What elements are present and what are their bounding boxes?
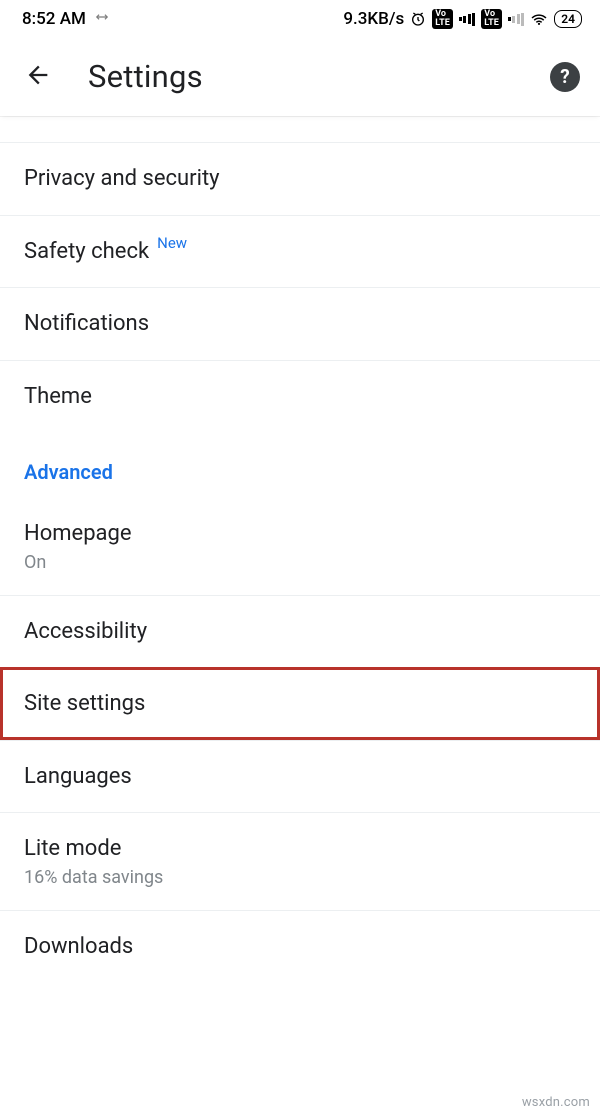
section-advanced: Advanced — [0, 432, 600, 498]
row-label: Homepage — [24, 520, 576, 548]
app-bar: Settings ? — [0, 38, 600, 116]
row-label: Languages — [24, 763, 576, 791]
row-label: Downloads — [24, 933, 576, 961]
row-downloads[interactable]: Downloads — [0, 910, 600, 991]
row-sublabel: On — [24, 552, 576, 573]
row-label: Theme — [24, 383, 576, 411]
section-label: Advanced — [24, 460, 576, 484]
alarm-icon — [410, 11, 426, 27]
row-label: Safety checkNew — [24, 238, 576, 266]
new-badge: New — [157, 234, 187, 252]
status-time: 8:52 AM — [22, 9, 86, 29]
volte-icon-2: VoLTE — [481, 9, 502, 29]
row-accessibility[interactable]: Accessibility — [0, 595, 600, 668]
back-button[interactable] — [24, 61, 52, 93]
status-bar: 8:52 AM 9.3KB/s VoLTE VoLTE 24 — [0, 0, 600, 38]
status-data-rate: 9.3KB/s — [343, 9, 404, 29]
row-homepage[interactable]: Homepage On — [0, 498, 600, 595]
row-privacy-security[interactable]: Privacy and security — [0, 142, 600, 215]
row-lite-mode[interactable]: Lite mode 16% data savings — [0, 812, 600, 910]
signal-bars-1 — [459, 12, 476, 26]
row-site-settings[interactable]: Site settings — [0, 667, 600, 740]
row-label: Privacy and security — [24, 165, 576, 193]
battery-indicator: 24 — [554, 10, 582, 28]
scroll-edge — [0, 116, 600, 142]
auto-rotate-icon — [94, 9, 110, 29]
volte-icon-1: VoLTE — [432, 9, 453, 29]
watermark: wsxdn.com — [522, 1095, 590, 1110]
row-label: Notifications — [24, 310, 576, 338]
row-label: Accessibility — [24, 618, 576, 646]
row-theme[interactable]: Theme — [0, 360, 600, 433]
settings-list: Privacy and security Safety checkNew Not… — [0, 142, 600, 990]
row-notifications[interactable]: Notifications — [0, 287, 600, 360]
wifi-icon — [530, 10, 548, 28]
page-title: Settings — [88, 58, 514, 95]
signal-bars-2 — [508, 12, 525, 26]
battery-level: 24 — [561, 12, 575, 26]
row-languages[interactable]: Languages — [0, 740, 600, 813]
row-safety-check[interactable]: Safety checkNew — [0, 215, 600, 288]
row-label: Lite mode — [24, 835, 576, 863]
help-button[interactable]: ? — [550, 62, 580, 92]
row-sublabel: 16% data savings — [24, 867, 576, 888]
row-label: Site settings — [24, 690, 576, 718]
